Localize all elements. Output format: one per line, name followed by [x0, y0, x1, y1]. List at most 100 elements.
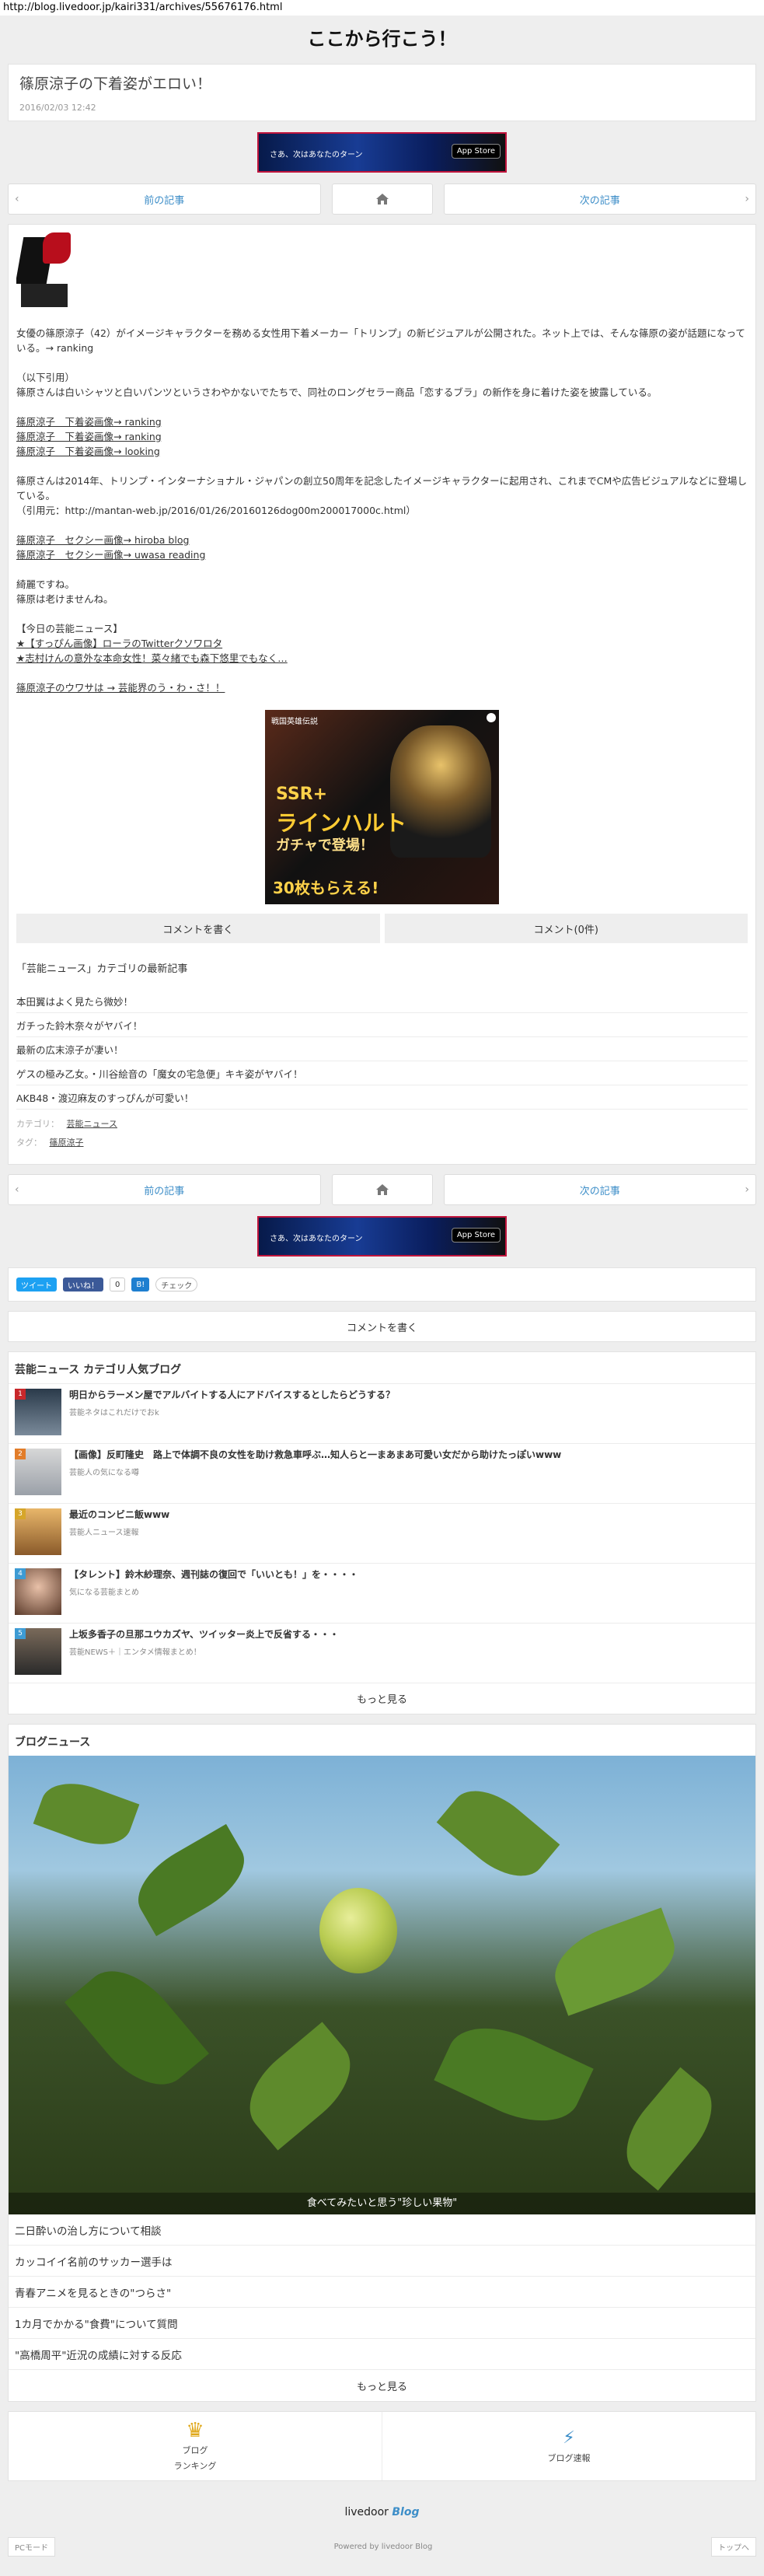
ad-subtitle: ガチャで登場！ — [276, 837, 374, 854]
blog-ranking-label-1: ブログ — [182, 2445, 208, 2455]
rank-badge: 4 — [15, 1568, 26, 1579]
list-item[interactable]: 最新の広末涼子が凄い！ — [16, 1037, 748, 1061]
hatena-bookmark-button[interactable]: B! — [131, 1278, 150, 1291]
home-button[interactable] — [331, 1174, 433, 1205]
powered-by: Powered by livedoor Blog — [333, 2543, 433, 2551]
list-item[interactable]: 青春アニメを見るときの"つらさ" — [9, 2277, 755, 2308]
home-button[interactable] — [331, 184, 433, 215]
ad-brand: 戦国英雄伝説 — [271, 718, 318, 726]
latest-category-title: 「芸能ニュース」カテゴリの最新記事 — [16, 963, 188, 975]
news-photo-caption: 食べてみたいと思う"珍しい果物" — [9, 2193, 755, 2214]
category-link[interactable]: 芸能ニュース — [67, 1119, 117, 1129]
rank-badge: 2 — [15, 1449, 26, 1459]
prev-article-label: 前の記事 — [144, 194, 185, 207]
list-item[interactable]: ゲスの極み乙女。・川谷絵音の「魔女の宅急便」キキ姿がヤバイ！ — [16, 1061, 748, 1085]
blog-news-more-button[interactable]: もっと見る — [9, 2370, 755, 2401]
ranking-link-2[interactable]: 篠原涼子 下着姿画像→ ranking — [16, 429, 748, 444]
comment-actions: コメントを書く コメント(0件) — [16, 914, 748, 943]
list-item[interactable]: 5 上坂多香子の旦那ユウカズヤ、ツイッター炎上で反省する・・・ 芸能NEWS＋｜… — [9, 1623, 755, 1683]
blog-item-title: 最近のコンビニ飯www — [69, 1509, 170, 1520]
hiroba-link[interactable]: 篠原涼子 セクシー画像→ hiroba blog — [16, 533, 748, 547]
article-title: 篠原涼子の下着姿がエロい！ — [19, 75, 212, 93]
news-link-1[interactable]: ★【すっぴん画像】ローラのTwitterクソワロタ — [16, 636, 748, 651]
blog-breaking-label: ブログ速報 — [547, 2453, 591, 2463]
rank-badge: 5 — [15, 1628, 26, 1639]
ranking-link-1[interactable]: 篠原涼子 下着姿画像→ ranking — [16, 414, 748, 429]
list-item[interactable]: "高橋周平"近況の成績に対する反応 — [9, 2339, 755, 2370]
article-paragraph-5: 篠原涼子 セクシー画像→ hiroba blog 篠原涼子 セクシー画像→ uw… — [16, 533, 748, 562]
latest-articles-list: 本田翼はよく見たら微妙！ ガチった鈴木奈々がヤバイ！ 最新の広末涼子が凄い！ ゲ… — [16, 989, 748, 1110]
news-link-2[interactable]: ★志村けんの意外な本命女性！菜々緒でも森下悠里でもなく… — [16, 651, 748, 666]
comment-count-button[interactable]: コメント(0件) — [384, 914, 748, 943]
blog-news-title: ブログニュース — [15, 1736, 91, 1749]
facebook-like-button[interactable]: いいね！ — [63, 1278, 103, 1291]
article-meta: カテゴリ： 芸能ニュース タグ： 篠原涼子 — [16, 1110, 748, 1148]
tweet-button[interactable]: ツイート — [16, 1278, 57, 1291]
blog-item-title: 明日からラーメン屋でアルバイトする人にアドバイスするとしたらどうする？ — [69, 1389, 396, 1400]
ad-banner-text: さあ、次はあなたのターン — [270, 151, 363, 159]
write-comment-button[interactable]: コメントを書く — [16, 914, 380, 943]
prev-article-button[interactable]: ‹ 前の記事 — [8, 1174, 321, 1205]
list-item[interactable]: 二日酔いの治し方について相談 — [9, 2214, 755, 2246]
article-paragraph-7: 【今日の芸能ニュース】 ★【すっぴん画像】ローラのTwitterクソワロタ ★志… — [16, 621, 748, 666]
bottom-bar: PCモード Powered by livedoor Blog トップへ — [0, 2531, 764, 2572]
site-title[interactable]: ここから行こう！ — [0, 16, 764, 64]
prev-article-button[interactable]: ‹ 前の記事 — [8, 184, 321, 215]
lightning-icon: ⚡ — [563, 2428, 575, 2448]
app-store-badge: App Store — [451, 144, 501, 159]
blog-thumbnail: 4 — [15, 1568, 61, 1615]
blog-thumbnail: 1 — [15, 1389, 61, 1435]
pager-top: ‹ 前の記事 次の記事 › — [8, 184, 756, 215]
write-comment-button-2[interactable]: コメントを書く — [8, 1311, 756, 1342]
list-item[interactable]: 本田翼はよく見たら微妙！ — [16, 989, 748, 1013]
article-paragraph-8: 篠原涼子のウワサは → 芸能界のう・わ・さ！！ — [16, 680, 748, 695]
blog-breaking-link[interactable]: ⚡ ブログ速報 — [382, 2412, 755, 2480]
ad-ticket-text: 30枚もらえる! — [273, 879, 379, 897]
tag-link[interactable]: 篠原涼子 — [50, 1138, 84, 1148]
list-item[interactable]: AKB48・渡辺麻友のすっぴんが可愛い！ — [16, 1085, 748, 1110]
back-to-top-button[interactable]: トップへ — [710, 2537, 756, 2557]
next-article-button[interactable]: 次の記事 › — [443, 184, 756, 215]
article-paragraph-6: 綺麗ですね。 篠原は老けませんね。 — [16, 578, 113, 605]
blog-thumbnail: 3 — [15, 1508, 61, 1555]
category-label: カテゴリ： — [16, 1119, 59, 1129]
article-paragraph-1: 女優の篠原涼子（42）がイメージキャラクターを務める女性用下着メーカー「トリンプ… — [16, 327, 745, 354]
list-item[interactable]: ガチった鈴木奈々がヤバイ！ — [16, 1013, 748, 1037]
list-item[interactable]: カッコイイ名前のサッカー選手は — [9, 2246, 755, 2277]
uwasa-site-link[interactable]: 篠原涼子のウワサは → 芸能界のう・わ・さ！！ — [16, 680, 748, 695]
list-item[interactable]: 1カ月でかかる"食費"について質問 — [9, 2308, 755, 2339]
article-body: 女優の篠原涼子（42）がイメージキャラクターを務める女性用下着メーカー「トリンプ… — [8, 224, 756, 1165]
looking-link[interactable]: 篠原涼子 下着姿画像→ looking — [16, 444, 748, 459]
ad-banner-bottom[interactable]: さあ、次はあなたのターン App Store — [257, 1216, 507, 1257]
article-thumbnail[interactable] — [16, 232, 72, 310]
rank-badge: 3 — [15, 1508, 26, 1519]
ad-banner-top[interactable]: さあ、次はあなたのターン App Store — [257, 132, 507, 173]
popular-blogs: 芸能ニュース カテゴリ人気ブログ 1 明日からラーメン屋でアルバイトする人にアド… — [8, 1351, 756, 1714]
chevron-left-icon: ‹ — [15, 1183, 19, 1196]
livedoor-blog-logo[interactable]: livedoor Blog — [0, 2490, 764, 2531]
chevron-right-icon: › — [745, 193, 749, 205]
next-article-button[interactable]: 次の記事 › — [443, 1174, 756, 1205]
list-item[interactable]: 3 最近のコンビニ飯www 芸能人ニュース速報 — [9, 1503, 755, 1563]
blog-ranking-link[interactable]: ♛ ブログ ランキング — [9, 2412, 382, 2480]
list-item[interactable]: 4 【タレント】鈴木紗理奈、週刊誌の復回で「いいとも！」を・・・・ 気になる芸能… — [9, 1563, 755, 1623]
social-share-bar: ツイート いいね！ 0 B! チェック — [8, 1267, 756, 1302]
uwasa-link[interactable]: 篠原涼子 セクシー画像→ uwasa reading — [16, 547, 748, 562]
list-item[interactable]: 2 【画像】反町隆史 路上で体調不良の女性を助け救急車呼ぶ…知人らと一まあまあ可… — [9, 1443, 755, 1503]
fruit-image — [319, 1888, 397, 1973]
popular-blogs-title: 芸能ニュース カテゴリ人気ブログ — [15, 1364, 182, 1376]
mixi-check-button[interactable]: チェック — [155, 1278, 198, 1291]
ad-info-icon[interactable] — [487, 713, 496, 722]
popular-more-button[interactable]: もっと見る — [9, 1683, 755, 1714]
inline-ad[interactable]: 戦国英雄伝説 SSR+ ラインハルト ガチャで登場！ 30枚もらえる! — [265, 710, 499, 904]
blog-item-source: 気になる芸能まとめ — [69, 1589, 139, 1597]
next-article-label: 次の記事 — [579, 1185, 620, 1197]
blog-thumbnail: 5 — [15, 1628, 61, 1675]
blog-thumbnail: 2 — [15, 1449, 61, 1495]
blog-item-title: 【画像】反町隆史 路上で体調不良の女性を助け救急車呼ぶ…知人らと一まあまあ可愛い… — [69, 1449, 562, 1460]
chevron-left-icon: ‹ — [15, 193, 19, 205]
list-item[interactable]: 1 明日からラーメン屋でアルバイトする人にアドバイスするとしたらどうする？ 芸能… — [9, 1383, 755, 1443]
blog-news-list: 二日酔いの治し方について相談 カッコイイ名前のサッカー選手は 青春アニメを見ると… — [9, 2214, 755, 2370]
pc-mode-button[interactable]: PCモード — [8, 2537, 56, 2557]
news-photo[interactable]: 食べてみたいと思う"珍しい果物" — [9, 1756, 755, 2214]
